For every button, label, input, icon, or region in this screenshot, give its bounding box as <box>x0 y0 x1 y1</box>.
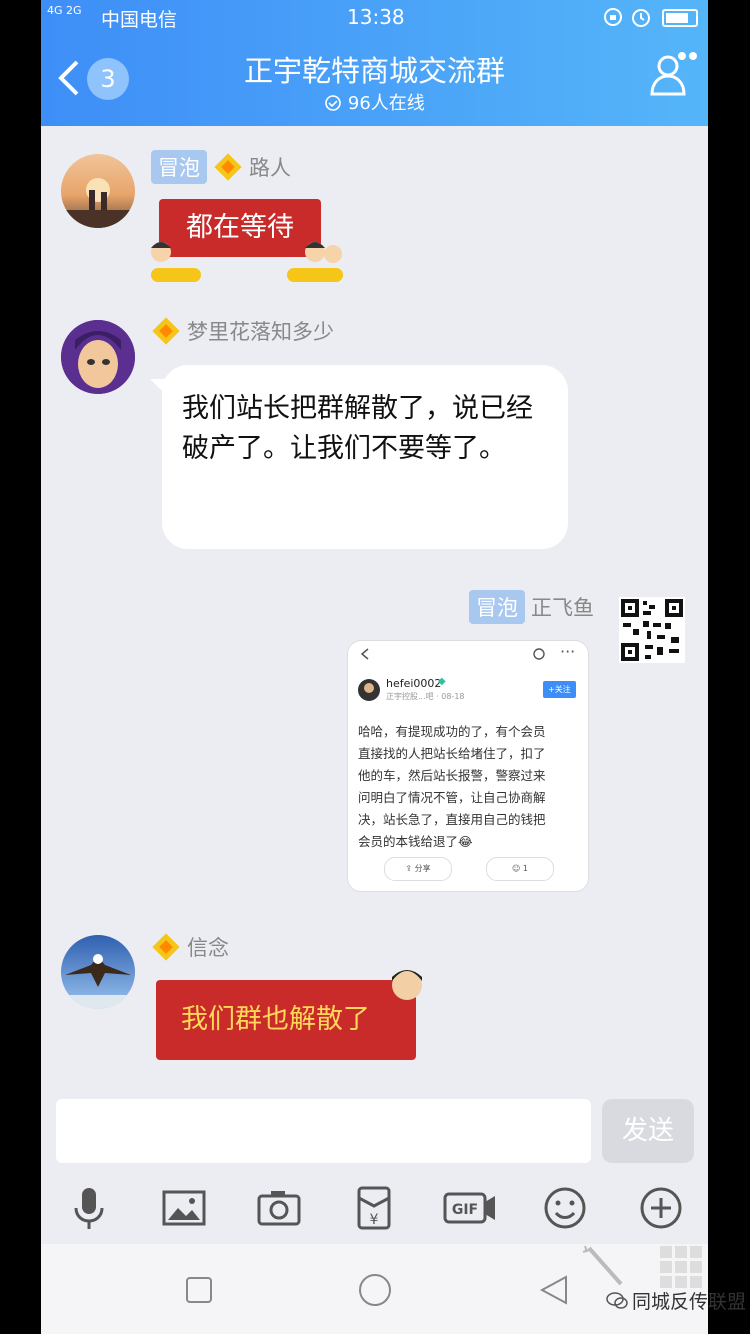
cartoon-kids-decoration <box>151 242 343 282</box>
wechat-icon <box>606 1291 628 1309</box>
sender-name: 路人 <box>249 156 291 180</box>
battery-icon <box>662 9 698 27</box>
red-packet-icon[interactable]: ¥ <box>350 1184 398 1232</box>
card-text-line: 会员的本钱给退了😂 <box>358 834 473 849</box>
svg-text:GIF: GIF <box>452 1202 478 1218</box>
grid-icon <box>660 1246 702 1288</box>
input-toolbar: ¥ GIF <box>41 1180 708 1244</box>
plus-icon[interactable] <box>637 1184 685 1232</box>
recent-apps-icon[interactable] <box>185 1276 213 1304</box>
card-share-button: ⇪ 分享 <box>384 857 452 881</box>
camera-icon[interactable] <box>255 1184 303 1232</box>
card-refresh-icon <box>533 648 545 660</box>
diamond-badge-icon <box>214 153 242 181</box>
sender-name: 正飞鱼 <box>531 596 594 620</box>
card-username: hefei0002 <box>386 677 442 690</box>
message-text: 我们站长把群解散了，说已经破产了。让我们不要等了。 <box>182 393 533 464</box>
image-icon[interactable] <box>160 1184 208 1232</box>
card-more-icon: ··· <box>560 642 576 661</box>
follow-button: +关注 <box>543 681 576 698</box>
header: 4G 2G 中国电信 13:38 3 正宇乾特商城交流群 96人在线 <box>41 0 708 126</box>
screenshot-card[interactable]: ··· hefei0002 ◆ 正宇控股...吧 · 08-18 +关注 哈哈，… <box>347 640 589 892</box>
emoji-icon[interactable] <box>541 1184 589 1232</box>
sticker-face-decoration <box>392 970 422 1000</box>
card-text-line: 他的车，然后站长报警，警察过来 <box>358 768 546 783</box>
card-text-line: 问明白了情况不管，让自己协商解 <box>358 790 546 805</box>
eagle-photo-icon <box>61 954 135 1009</box>
card-text-line: 哈哈，有提现成功的了，有个会员 <box>358 724 546 739</box>
cartoon-face-icon <box>61 320 135 394</box>
couple-photo-icon <box>61 178 135 228</box>
microphone-icon[interactable] <box>65 1184 113 1232</box>
message-bubble[interactable]: 我们站长把群解散了，说已经破产了。让我们不要等了。 <box>150 365 568 549</box>
card-share-label: 分享 <box>414 864 431 873</box>
clock: 13:38 <box>347 5 405 29</box>
rotation-lock-icon <box>604 8 622 26</box>
back-nav-icon[interactable] <box>538 1274 570 1306</box>
sender-name: 梦里花落知多少 <box>187 320 334 344</box>
send-button[interactable]: 发送 <box>602 1099 694 1163</box>
card-meta: 正宇控股...吧 · 08-18 <box>386 692 465 701</box>
message-input[interactable] <box>56 1099 591 1163</box>
sender-line: 冒泡 正飞鱼 <box>469 590 594 624</box>
check-circle-icon <box>325 95 341 111</box>
message-text: 我们群也解散了 <box>181 1004 370 1035</box>
online-count: 96人在线 <box>41 89 708 115</box>
diamond-badge-icon <box>152 933 180 961</box>
avatar[interactable] <box>619 597 685 663</box>
magic-wand-icon <box>582 1245 623 1286</box>
chat-screen: 4G 2G 中国电信 13:38 3 正宇乾特商城交流群 96人在线 冒泡 路人 <box>41 0 708 1334</box>
sender-line: 冒泡 路人 <box>151 150 291 184</box>
card-text-line: 决，站长急了，直接用自己的钱把 <box>358 812 546 827</box>
carrier-label: 中国电信 <box>101 9 178 31</box>
sender-line: 梦里花落知多少 <box>151 316 334 346</box>
message-bubble[interactable]: 我们群也解散了 <box>156 980 416 1060</box>
bubble-tag: 冒泡 <box>469 590 525 624</box>
home-icon[interactable] <box>357 1272 393 1308</box>
bubble-tag: 冒泡 <box>151 150 207 184</box>
diamond-badge-icon <box>152 317 180 345</box>
verified-diamond-icon: ◆ <box>438 676 446 687</box>
card-back-icon <box>360 648 369 660</box>
sender-line: 信念 <box>151 932 229 962</box>
group-members-icon[interactable] <box>646 46 698 100</box>
online-count-label: 96人在线 <box>347 93 425 114</box>
card-user-avatar <box>358 679 380 701</box>
watermark-text: 同城反传联盟 <box>631 1291 746 1313</box>
avatar[interactable] <box>61 935 135 1009</box>
alarm-icon <box>632 9 650 27</box>
card-like-button: ☺ 1 <box>486 857 554 881</box>
svg-text:¥: ¥ <box>370 1212 379 1228</box>
signal-indicator: 4G 2G <box>47 4 82 17</box>
avatar[interactable] <box>61 320 135 394</box>
watermark: 同城反传联盟 <box>606 1287 746 1314</box>
status-icons <box>602 6 698 28</box>
card-text-line: 直接找的人把站长给堵住了，扣了 <box>358 746 546 761</box>
input-bar: 发送 <box>41 1085 708 1180</box>
qr-code-icon <box>621 599 683 661</box>
sender-name: 信念 <box>187 936 229 960</box>
group-title: 正宇乾特商城交流群 <box>243 54 505 88</box>
avatar[interactable] <box>61 154 135 228</box>
card-like-count: 1 <box>522 864 528 873</box>
gif-icon[interactable]: GIF <box>443 1184 497 1232</box>
status-bar: 4G 2G 中国电信 13:38 <box>41 0 708 34</box>
